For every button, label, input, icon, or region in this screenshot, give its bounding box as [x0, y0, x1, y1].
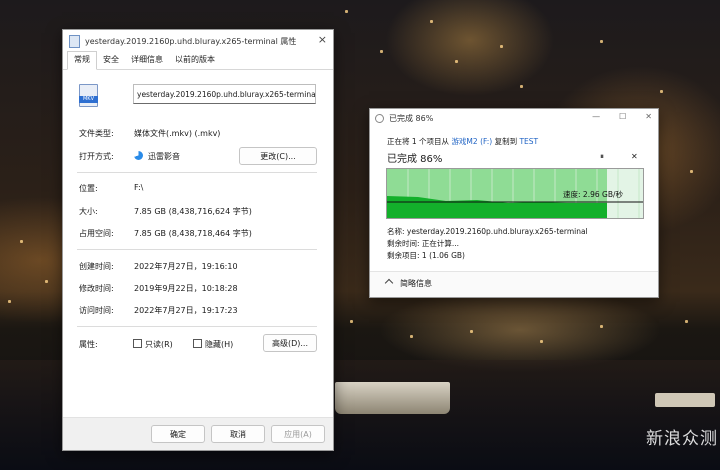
close-icon[interactable]: × [318, 34, 327, 46]
tab-general[interactable]: 常规 [67, 51, 97, 70]
size-value: 7.85 GB (8,438,716,624 字节) [134, 207, 252, 216]
modified-value: 2019年9月22日，10:18:28 [134, 284, 238, 293]
copy-window-title: 已完成 86% [389, 113, 434, 123]
size-label: 大小: [79, 207, 98, 216]
attributes-label: 属性: [79, 340, 98, 349]
created-label: 创建时间: [79, 262, 114, 271]
open-with-label: 打开方式: [79, 152, 114, 161]
copy-summary-mid: 复制到 [494, 137, 518, 146]
checkbox-icon[interactable] [193, 339, 202, 348]
disk-size-value: 7.85 GB (8,438,718,464 字节) [134, 229, 252, 238]
maximize-icon[interactable]: ☐ [619, 112, 626, 121]
ok-button[interactable]: 确定 [151, 425, 205, 443]
file-icon [69, 34, 80, 48]
modified-label: 修改时间: [79, 284, 114, 293]
boat [335, 382, 450, 414]
readonly-label: 只读(R) [145, 340, 173, 349]
speed-text: 速度: 2.96 GB/秒 [563, 190, 623, 199]
hidden-label: 隐藏(H) [205, 340, 234, 349]
location-value: F:\ [134, 183, 144, 192]
advanced-button[interactable]: 高级(D)... [263, 334, 317, 352]
time-left: 剩余时间: 正在计算... [387, 239, 460, 248]
accessed-label: 访问时间: [79, 306, 114, 315]
open-with-value: 迅雷影音 [148, 152, 180, 161]
cancel-button[interactable]: 取消 [211, 425, 265, 443]
tab-security[interactable]: 安全 [97, 52, 125, 69]
progress-graph: 速度: 2.96 GB/秒 [386, 168, 644, 219]
source-link[interactable]: 游戏M2 (F:) [451, 137, 492, 146]
file-name-field[interactable]: yesterday.2019.2160p.uhd.bluray.x265-ter… [133, 84, 316, 104]
file-type-value: 媒体文件(.mkv) (.mkv) [134, 129, 221, 138]
divider [77, 249, 317, 250]
chevron-up-icon [384, 278, 394, 288]
change-button[interactable]: 更改(C)... [239, 147, 317, 165]
window-title: yesterday.2019.2160p.uhd.bluray.x265-ter… [85, 36, 297, 46]
apply-button[interactable]: 应用(A) [271, 425, 325, 443]
items-left: 剩余项目: 1 (1.06 GB) [387, 251, 465, 260]
minimize-icon[interactable]: — [592, 112, 600, 121]
divider [77, 172, 317, 173]
properties-window: yesterday.2019.2160p.uhd.bluray.x265-ter… [62, 29, 334, 451]
divider [77, 326, 317, 327]
copy-summary-prefix: 正在将 1 个项目从 [387, 137, 450, 146]
player-app-icon [134, 151, 143, 160]
file-type-label: 文件类型: [79, 129, 114, 138]
tab-previous-versions[interactable]: 以前的版本 [169, 52, 221, 69]
location-label: 位置: [79, 184, 98, 193]
hidden-checkbox[interactable]: 隐藏(H) [193, 339, 233, 350]
details-toggle[interactable]: 简略信息 [370, 271, 658, 297]
copy-summary: 正在将 1 个项目从 游戏M2 (F:) 复制到 TEST [387, 136, 538, 147]
progress-heading: 已完成 86% [387, 154, 443, 165]
details-toggle-label: 简略信息 [400, 279, 432, 288]
copy-icon [375, 113, 384, 123]
readonly-checkbox[interactable]: 只读(R) [133, 339, 173, 350]
dialog-footer: 确定 取消 应用(A) [63, 417, 333, 450]
tab-bar: 常规 安全 详细信息 以前的版本 [63, 51, 333, 70]
tab-details[interactable]: 详细信息 [125, 52, 169, 69]
accessed-value: 2022年7月27日，19:17:23 [134, 306, 238, 315]
close-icon[interactable]: ✕ [645, 112, 652, 121]
file-icon-label: MKV [79, 96, 98, 103]
copy-name: 名称: yesterday.2019.2160p.uhd.bluray.x265… [387, 227, 588, 236]
destination-link[interactable]: TEST [519, 137, 538, 146]
checkbox-icon[interactable] [133, 339, 142, 348]
copy-progress-dialog: 已完成 86% — ☐ ✕ 正在将 1 个项目从 游戏M2 (F:) 复制到 T… [369, 108, 659, 298]
stop-icon[interactable]: ✕ [631, 152, 638, 161]
window-controls: — ☐ ✕ [592, 112, 652, 121]
watermark: 新浪众测 [646, 429, 718, 449]
disk-size-label: 占用空间: [79, 229, 114, 238]
pause-icon[interactable]: ⏸ [600, 152, 604, 162]
boat [655, 393, 715, 407]
properties-titlebar[interactable]: yesterday.2019.2160p.uhd.bluray.x265-ter… [63, 30, 333, 52]
created-value: 2022年7月27日，19:16:10 [134, 262, 238, 271]
